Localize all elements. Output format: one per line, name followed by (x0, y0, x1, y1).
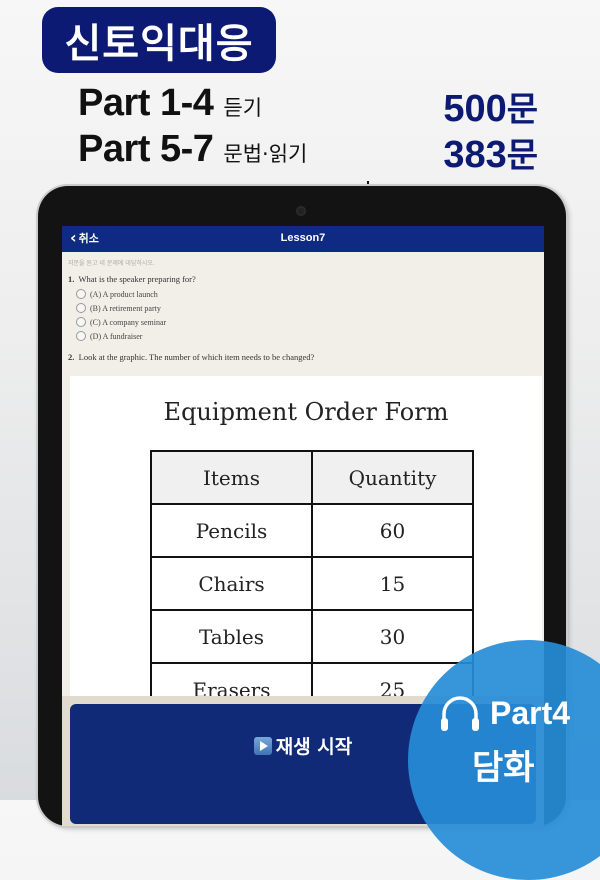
promo-part-subtitle: 듣기 (223, 96, 263, 120)
option-a[interactable]: (A) A product launch (76, 289, 158, 299)
table-cell: Chairs (150, 556, 313, 611)
option-label: (A) A product launch (90, 289, 158, 299)
promo-row-reading: Part 5-7 문법·읽기 (78, 128, 307, 178)
question-text: Look at the graphic. The number of which… (78, 352, 315, 362)
table-header-row: Items Quantity (150, 450, 474, 505)
promo-part-label: Part 1-4 (78, 82, 214, 124)
promo-row-listening: Part 1-4 듣기 (78, 82, 262, 132)
table-header: Quantity (311, 450, 474, 505)
table-row: Chairs 15 (150, 556, 474, 611)
option-b[interactable]: (B) A retirement party (76, 303, 161, 313)
question-number: 2. (68, 352, 75, 362)
table-cell: 60 (311, 503, 474, 558)
graphic-title: Equipment Order Form (163, 398, 449, 426)
nav-bar: ‹ 취소 Lesson7 (62, 226, 544, 252)
radio-button[interactable] (76, 289, 86, 299)
promo-count-reading: 383문 (443, 128, 538, 178)
promo-part-label: Part 5-7 (78, 128, 214, 170)
question-2: 2. Look at the graphic. The number of wh… (68, 352, 314, 362)
table-row: Pencils 60 (150, 503, 474, 558)
table-cell: Tables (150, 609, 313, 664)
promo-count-listening: 500문 (443, 82, 538, 132)
option-c[interactable]: (C) A company seminar (76, 317, 166, 327)
radio-button[interactable] (76, 331, 86, 341)
question-text: What is the speaker preparing for? (78, 274, 196, 284)
count-unit: 문 (506, 136, 538, 176)
promo-badge: 신토익대응 (42, 7, 276, 73)
table-row: Tables 30 (150, 609, 474, 664)
camera-icon (296, 206, 306, 216)
option-d[interactable]: (D) A fundraiser (76, 331, 142, 341)
option-label: (C) A company seminar (90, 317, 167, 327)
radio-button[interactable] (76, 317, 86, 327)
play-icon (253, 736, 272, 755)
order-table: Items Quantity Pencils 60 Chairs 15 Tabl… (150, 450, 474, 717)
play-label: 재생 시작 (275, 736, 353, 758)
table-cell: 30 (311, 609, 474, 664)
page-title: Lesson7 (280, 232, 326, 244)
part-label: Part4 (490, 694, 571, 731)
option-label: (D) A fundraiser (90, 331, 143, 341)
count-value: 500 (443, 88, 507, 130)
option-label: (B) A retirement party (90, 303, 161, 313)
table-cell: Pencils (150, 503, 313, 558)
radio-button[interactable] (76, 303, 86, 313)
table-header: Items (150, 450, 313, 505)
question-1: 1. What is the speaker preparing for? (68, 274, 196, 284)
headphones-icon (441, 696, 479, 731)
instruction-text: 지문을 듣고 네 문제에 대답하시오. (68, 260, 155, 267)
table-cell: 15 (311, 556, 474, 611)
part-category: 담화 (472, 748, 535, 788)
question-graphic: Equipment Order Form Items Quantity Penc… (70, 376, 542, 717)
count-value: 383 (443, 134, 507, 176)
count-unit: 문 (506, 90, 538, 130)
promo-part-subtitle: 문법·읽기 (223, 142, 308, 166)
question-number: 1. (68, 274, 75, 284)
